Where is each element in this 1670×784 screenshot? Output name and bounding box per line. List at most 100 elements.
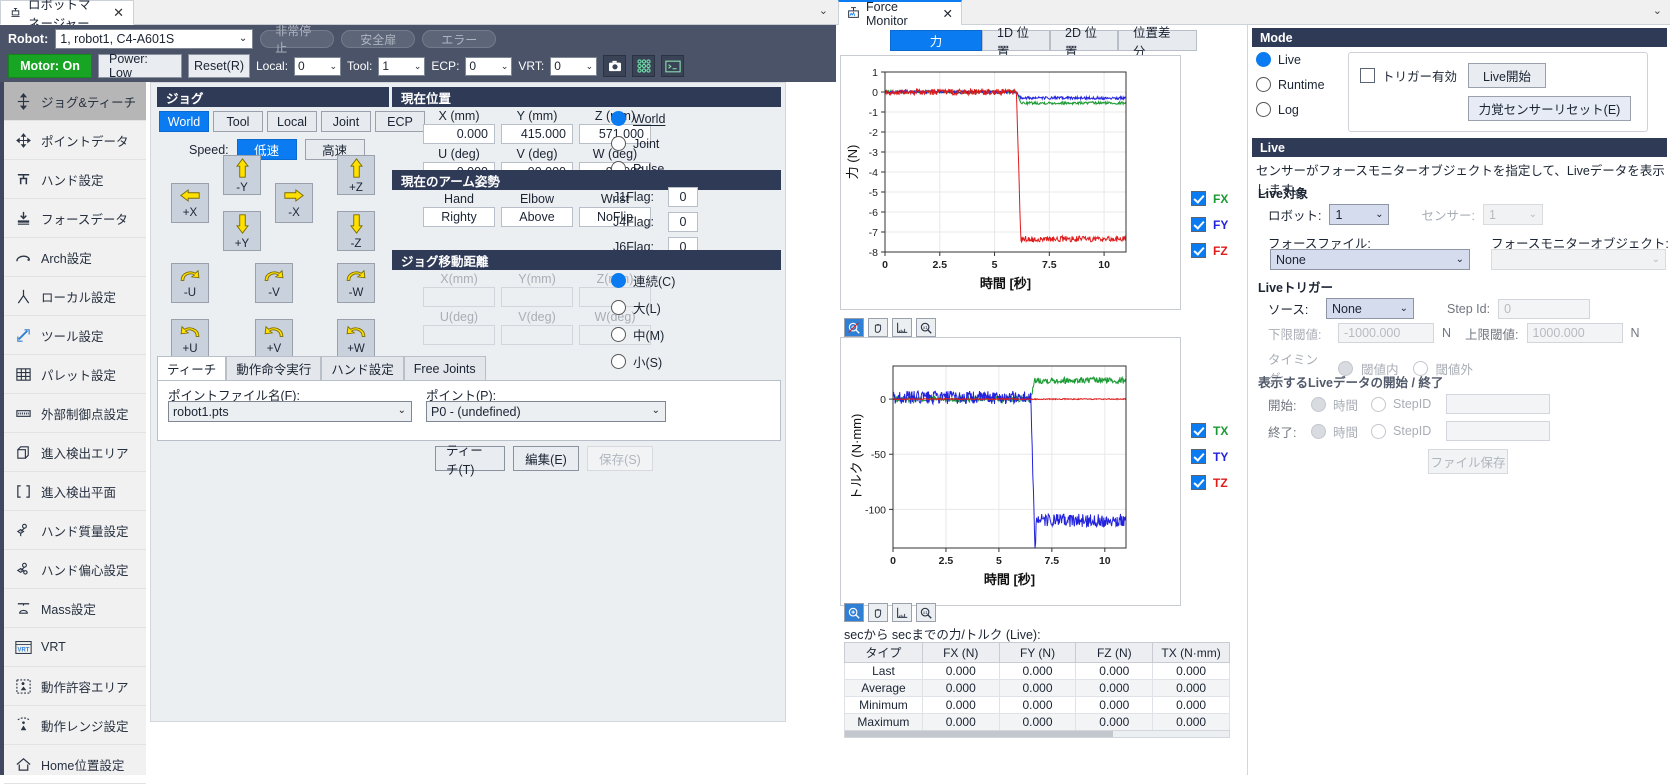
force-file-select[interactable]: None ⌄: [1270, 249, 1470, 270]
tab-position-diff[interactable]: 位置差分: [1118, 30, 1197, 51]
tab-force-monitor[interactable]: Force Monitor ✕: [838, 0, 962, 25]
jog-button-minus-u[interactable]: -U: [171, 263, 209, 303]
dist-value-u[interactable]: [423, 325, 495, 345]
sidebar-item-15[interactable]: 動作許容エリア: [4, 667, 146, 706]
legend-fz[interactable]: FZ: [1191, 243, 1228, 258]
pose-value-hand[interactable]: Righty: [423, 207, 495, 227]
pan-hand-icon[interactable]: [868, 603, 888, 622]
legend-tx[interactable]: TX: [1191, 423, 1228, 438]
reset-button[interactable]: Reset(R): [188, 54, 250, 78]
jog-button-plus-x[interactable]: +X: [171, 183, 209, 223]
teach-button[interactable]: ティーチ(T): [435, 446, 505, 471]
upper-threshold-input[interactable]: 1000.000: [1527, 323, 1623, 343]
sidebar-item-7[interactable]: パレット設定: [4, 355, 146, 394]
flag-value-j1[interactable]: 0: [668, 187, 698, 207]
vrt-select[interactable]: 0 ⌄: [550, 57, 597, 76]
axes-icon[interactable]: [892, 318, 912, 337]
jog-button-plus-z[interactable]: +Z: [337, 155, 375, 195]
zoom-box-icon[interactable]: [844, 603, 864, 622]
sidebar-item-0[interactable]: ジョグ&ティーチ: [4, 82, 146, 121]
tab-robot-manager[interactable]: ロボットマネージャー ✕: [0, 0, 134, 25]
edit-button[interactable]: 編集(E): [513, 446, 579, 471]
flag-value-j4[interactable]: 0: [668, 212, 698, 232]
grid-points-icon[interactable]: [632, 55, 655, 77]
table-row[interactable]: Average0.0000.0000.0000.000: [845, 680, 1230, 697]
close-icon[interactable]: ✕: [113, 5, 124, 21]
console-icon[interactable]: [661, 55, 684, 77]
ecp-select[interactable]: 0 ⌄: [465, 57, 512, 76]
jog-button-minus-w[interactable]: -W: [337, 263, 375, 303]
zoom-reset-icon[interactable]: x1: [916, 603, 936, 622]
point-file-select[interactable]: robot1.pts ⌄: [168, 401, 412, 422]
lower-threshold-input[interactable]: -1000.000: [1338, 323, 1434, 343]
mode-log[interactable]: Log: [1256, 102, 1325, 117]
zoom-reset-icon[interactable]: x1: [916, 318, 936, 337]
sidebar-item-5[interactable]: ローカル設定: [4, 277, 146, 316]
sidebar-item-4[interactable]: Arch設定: [4, 238, 146, 277]
jog-mode-ecp[interactable]: ECP: [375, 111, 425, 132]
table-row[interactable]: Last0.0000.0000.0000.000: [845, 663, 1230, 680]
dist-mode-medium[interactable]: 中(M): [611, 325, 675, 344]
sidebar-item-13[interactable]: Mass設定: [4, 589, 146, 628]
tool-select[interactable]: 1 ⌄: [378, 57, 425, 76]
jog-mode-joint[interactable]: Joint: [321, 111, 371, 132]
pos-value-x[interactable]: 0.000: [423, 124, 495, 144]
coord-mode-world[interactable]: World: [611, 111, 665, 126]
jog-button-plus-y[interactable]: +Y: [223, 211, 261, 251]
robot-select[interactable]: 1, robot1, C4-A601S ⌄: [55, 29, 253, 49]
sidebar-item-12[interactable]: ハンド偏心設定: [4, 550, 146, 589]
legend-tz[interactable]: TZ: [1191, 475, 1228, 490]
start-value-input[interactable]: [1446, 394, 1550, 414]
jog-button-minus-x[interactable]: -X: [275, 183, 313, 223]
sidebar-item-1[interactable]: ポイントデータ: [4, 121, 146, 160]
local-select[interactable]: 0 ⌄: [294, 57, 341, 76]
chevron-down-icon[interactable]: ⌄: [819, 4, 828, 17]
jog-mode-world[interactable]: World: [159, 111, 209, 132]
live-start-button[interactable]: Live開始: [1468, 63, 1546, 88]
tab-force[interactable]: 力: [890, 30, 982, 51]
jog-mode-local[interactable]: Local: [267, 111, 317, 132]
axes-icon[interactable]: [892, 603, 912, 622]
table-row[interactable]: Maximum0.0000.0000.0000.000: [845, 714, 1230, 731]
power-toggle-button[interactable]: Power: Low: [98, 54, 182, 78]
tab-motion-command[interactable]: 動作命令実行: [226, 356, 321, 380]
jog-button-minus-y[interactable]: -Y: [223, 155, 261, 195]
coord-mode-joint[interactable]: Joint: [611, 136, 665, 151]
point-select[interactable]: P0 - (undefined) ⌄: [426, 401, 666, 422]
sidebar-item-16[interactable]: 動作レンジ設定: [4, 706, 146, 745]
sidebar-item-17[interactable]: Home位置設定: [4, 745, 146, 784]
dist-value-y[interactable]: [501, 287, 573, 307]
tab-1d-position[interactable]: 1D 位置: [982, 30, 1050, 51]
dist-value-x[interactable]: [423, 287, 495, 307]
sidebar-item-2[interactable]: ハンド設定: [4, 160, 146, 199]
end-value-input[interactable]: [1446, 421, 1550, 441]
horizontal-scrollbar[interactable]: [844, 730, 1230, 738]
tab-free-joints[interactable]: Free Joints: [404, 356, 486, 380]
jog-button-plus-u[interactable]: +U: [171, 319, 209, 359]
legend-fy[interactable]: FY: [1191, 217, 1228, 232]
dist-mode-continuous[interactable]: 連続(C): [611, 271, 675, 290]
sidebar-item-14[interactable]: VRTVRT: [4, 628, 146, 667]
legend-fx[interactable]: FX: [1191, 191, 1228, 206]
mode-runtime[interactable]: Runtime: [1256, 77, 1325, 92]
mode-live[interactable]: Live: [1256, 52, 1325, 67]
force-chart[interactable]: 10-1-2-3-4-5-6-7-802.557.510時間 [秒]力 (N): [840, 55, 1181, 310]
torque-chart[interactable]: 0-50-10002.557.510時間 [秒]トルク (N·mm): [840, 337, 1181, 606]
jog-mode-tool[interactable]: Tool: [213, 111, 263, 132]
step-id-input[interactable]: 0: [1498, 299, 1590, 319]
reset-force-sensor-button[interactable]: 力覚センサーリセット(E): [1468, 96, 1631, 121]
motor-toggle-button[interactable]: Motor: On: [8, 54, 92, 78]
table-row[interactable]: Minimum0.0000.0000.0000.000: [845, 697, 1230, 714]
jog-button-plus-v[interactable]: +V: [255, 319, 293, 359]
pos-value-y[interactable]: 415.000: [501, 124, 573, 144]
trigger-source-select[interactable]: None ⌄: [1326, 298, 1414, 319]
tab-teach[interactable]: ティーチ: [157, 356, 226, 380]
tab-2d-position[interactable]: 2D 位置: [1050, 30, 1118, 51]
sidebar-item-10[interactable]: 進入検出平面: [4, 472, 146, 511]
jog-button-plus-w[interactable]: +W: [337, 319, 375, 359]
sidebar-item-8[interactable]: 外部制御点設定: [4, 394, 146, 433]
sidebar-item-6[interactable]: ツール設定: [4, 316, 146, 355]
pan-hand-icon[interactable]: [868, 318, 888, 337]
camera-icon[interactable]: [603, 55, 626, 77]
dist-mode-large[interactable]: 大(L): [611, 298, 675, 317]
